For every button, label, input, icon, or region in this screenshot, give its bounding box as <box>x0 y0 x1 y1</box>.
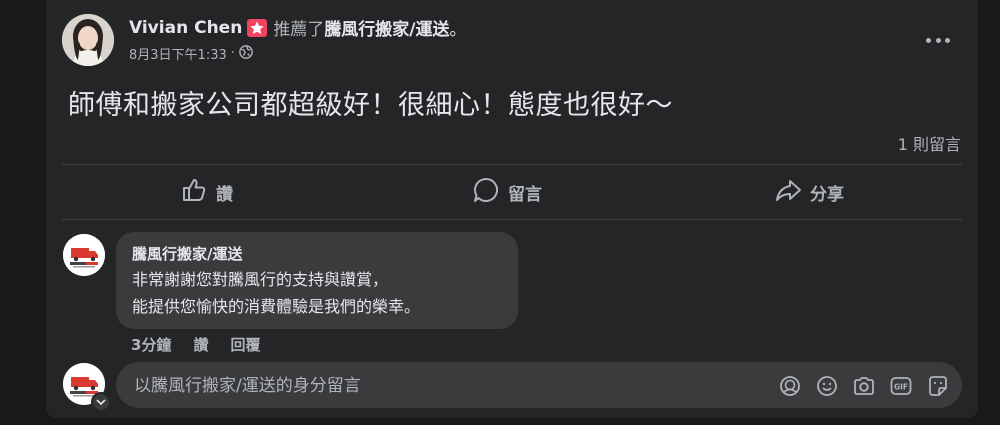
sticker-icon[interactable] <box>926 374 950 398</box>
more-icon[interactable] <box>926 30 950 50</box>
comment-count-link[interactable]: 1 則留言 <box>898 131 961 155</box>
composer-icons: GIF <box>778 374 950 398</box>
divider <box>62 219 962 220</box>
header-period: 。 <box>449 20 467 40</box>
comment-text-line: 能提供您愉快的消費體驗是我們的榮幸。 <box>132 297 421 316</box>
comment-bubble: 騰風行搬家/運送 非常謝謝您對騰風行的支持與讚賞， 能提供您愉快的消費體驗是我們… <box>116 232 518 329</box>
chevron-down-icon[interactable] <box>91 392 111 412</box>
share-button[interactable]: 分享 <box>774 176 844 208</box>
comment-button[interactable]: 留言 <box>472 176 542 208</box>
comment-input[interactable] <box>132 362 756 410</box>
post-meta: 8月3日下午1:33 · <box>129 44 253 63</box>
comment-time[interactable]: 3分鐘 <box>131 334 171 355</box>
comment-icon <box>472 176 500 209</box>
share-icon <box>774 176 802 209</box>
gif-icon[interactable]: GIF <box>889 374 913 398</box>
post-text: 師傅和搬家公司都超級好！很細心！態度也很好～ <box>68 90 673 121</box>
comment-text-line: 非常謝謝您對騰風行的支持與讚賞， <box>132 270 389 289</box>
comment-reply-link[interactable]: 回覆 <box>230 334 260 355</box>
globe-icon[interactable] <box>239 44 253 63</box>
like-icon <box>180 176 208 209</box>
like-button[interactable]: 讚 <box>180 176 233 208</box>
like-label: 讚 <box>216 184 233 205</box>
author-name[interactable]: Vivian Chen <box>129 18 242 38</box>
post-timestamp[interactable]: 8月3日下午1:33 <box>129 44 227 63</box>
divider <box>62 164 962 165</box>
post-header: Vivian Chen 推薦了 騰風行搬家/運送 。 <box>129 15 467 41</box>
comment-composer[interactable]: GIF <box>116 362 962 410</box>
comment-like-link[interactable]: 讚 <box>193 334 208 355</box>
page-avatar[interactable] <box>63 234 105 276</box>
page-name-link[interactable]: 騰風行搬家/運送 <box>324 15 449 40</box>
comment-author[interactable]: 騰風行搬家/運送 <box>132 243 242 264</box>
recommend-verb: 推薦了 <box>273 20 325 40</box>
avatar-icon[interactable] <box>778 374 802 398</box>
share-label: 分享 <box>810 184 844 205</box>
meta-separator: · <box>230 46 235 61</box>
recommend-star-icon <box>247 18 268 37</box>
svg-text:GIF: GIF <box>894 383 908 392</box>
comment-actions: 3分鐘 讚 回覆 <box>131 334 260 355</box>
emoji-icon[interactable] <box>815 374 839 398</box>
comment-label: 留言 <box>508 184 542 205</box>
camera-icon[interactable] <box>852 374 876 398</box>
author-avatar[interactable] <box>62 14 114 66</box>
